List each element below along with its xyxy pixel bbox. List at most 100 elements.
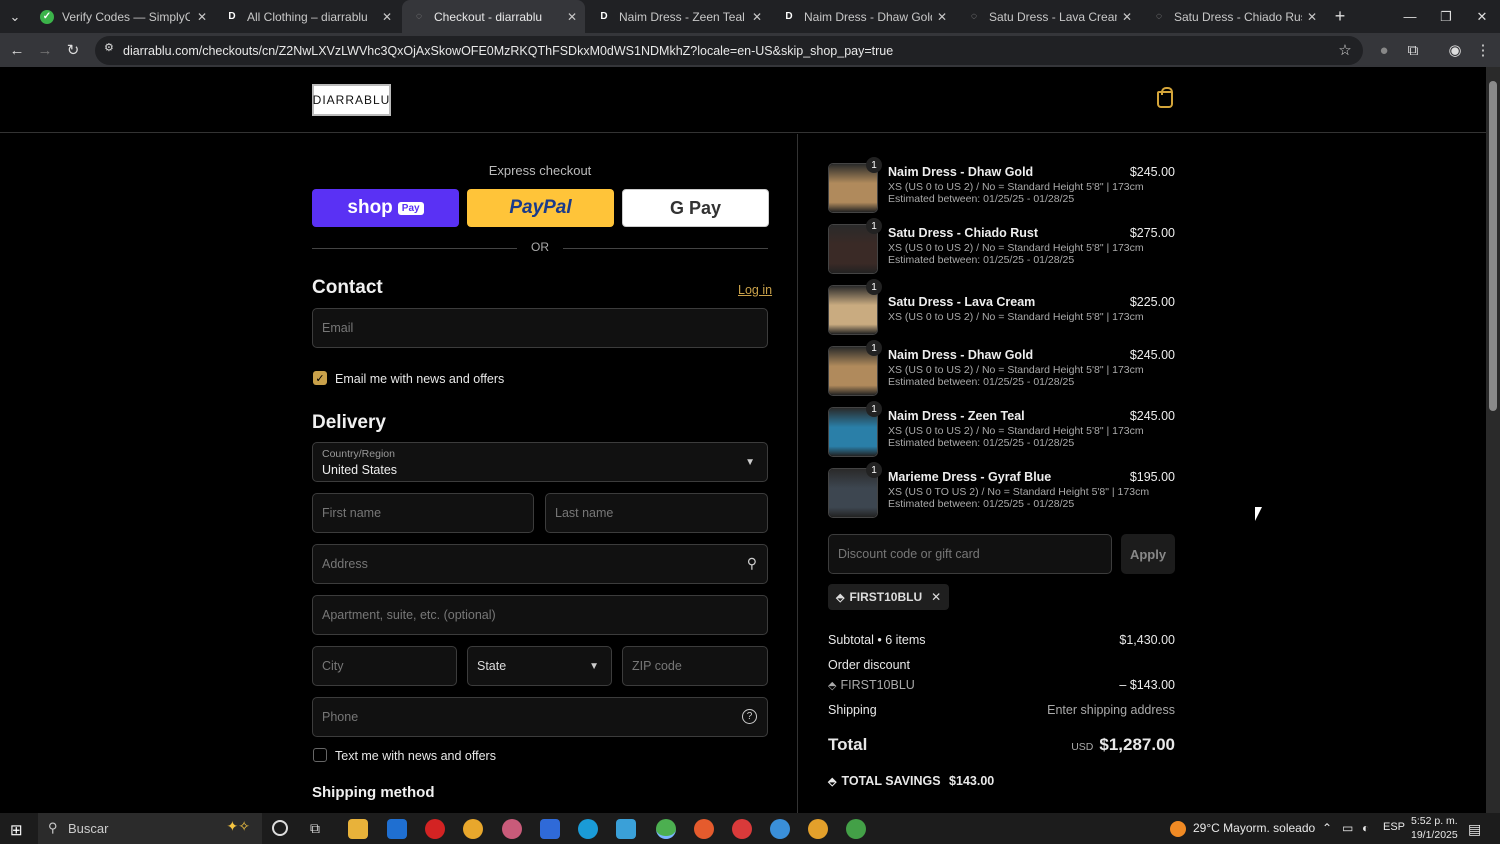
back-icon[interactable]: ← xyxy=(5,38,29,62)
close-window-icon[interactable]: ✕ xyxy=(1464,0,1500,33)
checkout-header: DIARRABLU xyxy=(0,67,1486,133)
apartment-field[interactable]: Apartment, suite, etc. (optional) xyxy=(312,595,768,635)
checkout-page: DIARRABLU Express checkout shop Pay PayP… xyxy=(0,67,1486,813)
weather-text[interactable]: 29°C Mayorm. soleado xyxy=(1193,821,1315,835)
site-settings-icon[interactable]: ⚙ xyxy=(104,41,114,54)
shop-pay-button[interactable]: shop Pay xyxy=(312,189,459,227)
tab-all-clothing[interactable]: D All Clothing – diarrablu ✕ xyxy=(215,0,400,33)
country-select[interactable]: Country/Region United States ▼ xyxy=(312,442,768,482)
paypal-button[interactable]: PayPal xyxy=(467,189,614,227)
google-pay-button[interactable]: G Pay xyxy=(622,189,769,227)
close-tab-icon[interactable]: ✕ xyxy=(1122,10,1132,24)
item-price: $245.00 xyxy=(1129,409,1175,423)
network-icon[interactable]: ▭ xyxy=(1342,821,1353,835)
item-name: Naim Dress - Dhaw Gold xyxy=(888,165,1034,179)
zip-code-field[interactable]: ZIP code xyxy=(622,646,768,686)
loading-favicon-icon: ◌ xyxy=(416,11,422,22)
close-tab-icon[interactable]: ✕ xyxy=(752,10,762,24)
tab-satu-lava-cream[interactable]: ◌ Satu Dress - Lava Cream – diarr ✕ xyxy=(957,0,1140,33)
app-icon[interactable] xyxy=(502,819,522,839)
or-divider: OR xyxy=(312,240,768,256)
copilot-sparkle-icon: ✦✧ xyxy=(226,818,250,834)
address-field[interactable]: Address ⚲ xyxy=(312,544,768,584)
state-select[interactable]: State ▼ xyxy=(467,646,612,686)
contact-heading: Contact xyxy=(312,277,383,298)
task-view-icon[interactable]: ⧉ xyxy=(310,820,320,837)
email-news-checkbox[interactable]: ✓ xyxy=(313,371,327,385)
tab-search-icon[interactable]: ⌄ xyxy=(0,0,30,33)
close-tab-icon[interactable]: ✕ xyxy=(1307,10,1317,24)
apply-discount-button[interactable]: Apply xyxy=(1121,534,1175,574)
chrome-profile-icon[interactable] xyxy=(694,819,714,839)
minimize-icon[interactable]: — xyxy=(1392,0,1428,33)
express-checkout-title: Express checkout xyxy=(488,163,592,178)
store-icon[interactable] xyxy=(387,819,407,839)
close-tab-icon[interactable]: ✕ xyxy=(937,10,947,24)
tab-checkout[interactable]: ◌ Checkout - diarrablu ✕ xyxy=(402,0,585,33)
new-tab-icon[interactable]: + xyxy=(1325,0,1355,33)
app-icon[interactable] xyxy=(616,819,636,839)
chrome-profile-icon[interactable] xyxy=(770,819,790,839)
notifications-icon[interactable]: ▤ xyxy=(1468,821,1481,838)
file-explorer-icon[interactable] xyxy=(348,819,368,839)
tab-naim-dhaw-gold[interactable]: D Naim Dress - Dhaw Gold – dia ✕ xyxy=(772,0,955,33)
applied-discount-chip: ⬘ FIRST10BLU ✕ xyxy=(828,584,950,610)
close-tab-icon[interactable]: ✕ xyxy=(567,10,577,24)
item-name: Naim Dress - Dhaw Gold xyxy=(888,348,1034,362)
tab-satu-chiado-rust[interactable]: ◌ Satu Dress - Chiado Rust – diar ✕ xyxy=(1142,0,1325,33)
phone-field[interactable]: Phone ? xyxy=(312,697,768,737)
address-bar[interactable]: diarrablu.com/checkouts/cn/Z2NwLXVzLWVhc… xyxy=(95,36,1363,65)
first-name-field[interactable]: First name xyxy=(312,493,534,533)
scrollbar-thumb[interactable] xyxy=(1489,81,1497,411)
item-name: Satu Dress - Lava Cream xyxy=(888,295,1036,309)
browser-tab-strip: ⌄ ✓ Verify Codes — SimplyCodes ✕ D All C… xyxy=(0,0,1500,33)
remove-discount-icon[interactable]: ✕ xyxy=(931,590,941,604)
edge-icon[interactable] xyxy=(578,819,598,839)
search-icon: ⚲ xyxy=(746,555,757,571)
shopping-bag-icon[interactable] xyxy=(1157,87,1173,108)
restore-icon[interactable]: ❐ xyxy=(1428,0,1464,33)
line-item: 1 Satu Dress - Lava Cream XS (US 0 to US… xyxy=(828,279,1175,337)
tray-chevron-icon[interactable]: ⌃ xyxy=(1322,821,1332,835)
clock-date[interactable]: 19/1/2025 xyxy=(1411,829,1458,841)
email-field[interactable]: Email xyxy=(312,308,768,348)
page-scrollbar[interactable] xyxy=(1486,67,1500,813)
menu-kebab-icon[interactable]: ⋮ xyxy=(1471,38,1495,62)
tag-icon: ⬘ xyxy=(828,680,837,692)
extensions-puzzle-icon[interactable]: ⧉ xyxy=(1401,38,1425,62)
profile-avatar-icon[interactable]: ◉ xyxy=(1443,38,1467,62)
close-tab-icon[interactable]: ✕ xyxy=(382,10,392,24)
reload-icon[interactable]: ↻ xyxy=(61,38,85,62)
clock-time[interactable]: 5:52 p. m. xyxy=(1411,815,1458,827)
close-tab-icon[interactable]: ✕ xyxy=(197,10,207,24)
discount-code-input[interactable]: Discount code or gift card xyxy=(828,534,1112,574)
text-news-checkbox[interactable] xyxy=(313,748,327,762)
item-estimate: Estimated between: 01/25/25 - 01/28/25 xyxy=(888,193,1075,205)
last-name-field[interactable]: Last name xyxy=(545,493,768,533)
delivery-heading: Delivery xyxy=(312,412,386,433)
copilot-icon[interactable] xyxy=(540,819,560,839)
log-in-link[interactable]: Log in xyxy=(738,283,772,297)
taskbar-search[interactable]: ⚲ Buscar ✦✧ xyxy=(38,813,262,844)
chrome-icon[interactable] xyxy=(463,819,483,839)
store-logo[interactable]: DIARRABLU xyxy=(312,84,391,116)
pinterest-icon[interactable] xyxy=(425,819,445,839)
text-news-label: Text me with news and offers xyxy=(335,749,496,763)
tab-verify-codes[interactable]: ✓ Verify Codes — SimplyCodes ✕ xyxy=(30,0,215,33)
cortana-icon[interactable] xyxy=(272,820,288,836)
chrome-profile-icon[interactable] xyxy=(808,819,828,839)
quantity-badge: 1 xyxy=(866,462,882,478)
help-icon[interactable]: ? xyxy=(742,709,757,724)
bookmark-star-icon[interactable]: ☆ xyxy=(1333,38,1357,62)
language-indicator[interactable]: ESP xyxy=(1383,821,1405,833)
forward-icon[interactable]: → xyxy=(33,38,57,62)
chrome-profile-icon[interactable] xyxy=(656,819,676,839)
extension-icon[interactable]: ● xyxy=(1372,38,1396,62)
chrome-profile-icon[interactable] xyxy=(732,819,752,839)
city-field[interactable]: City xyxy=(312,646,457,686)
volume-icon[interactable]: ◐ xyxy=(1362,821,1369,835)
chrome-profile-icon[interactable] xyxy=(846,819,866,839)
windows-start-icon[interactable]: ⊞ xyxy=(10,821,23,839)
item-variant: XS (US 0 to US 2) / No = Standard Height… xyxy=(888,242,1144,254)
tab-naim-zeen-teal[interactable]: D Naim Dress - Zeen Teal – diarr ✕ xyxy=(587,0,770,33)
